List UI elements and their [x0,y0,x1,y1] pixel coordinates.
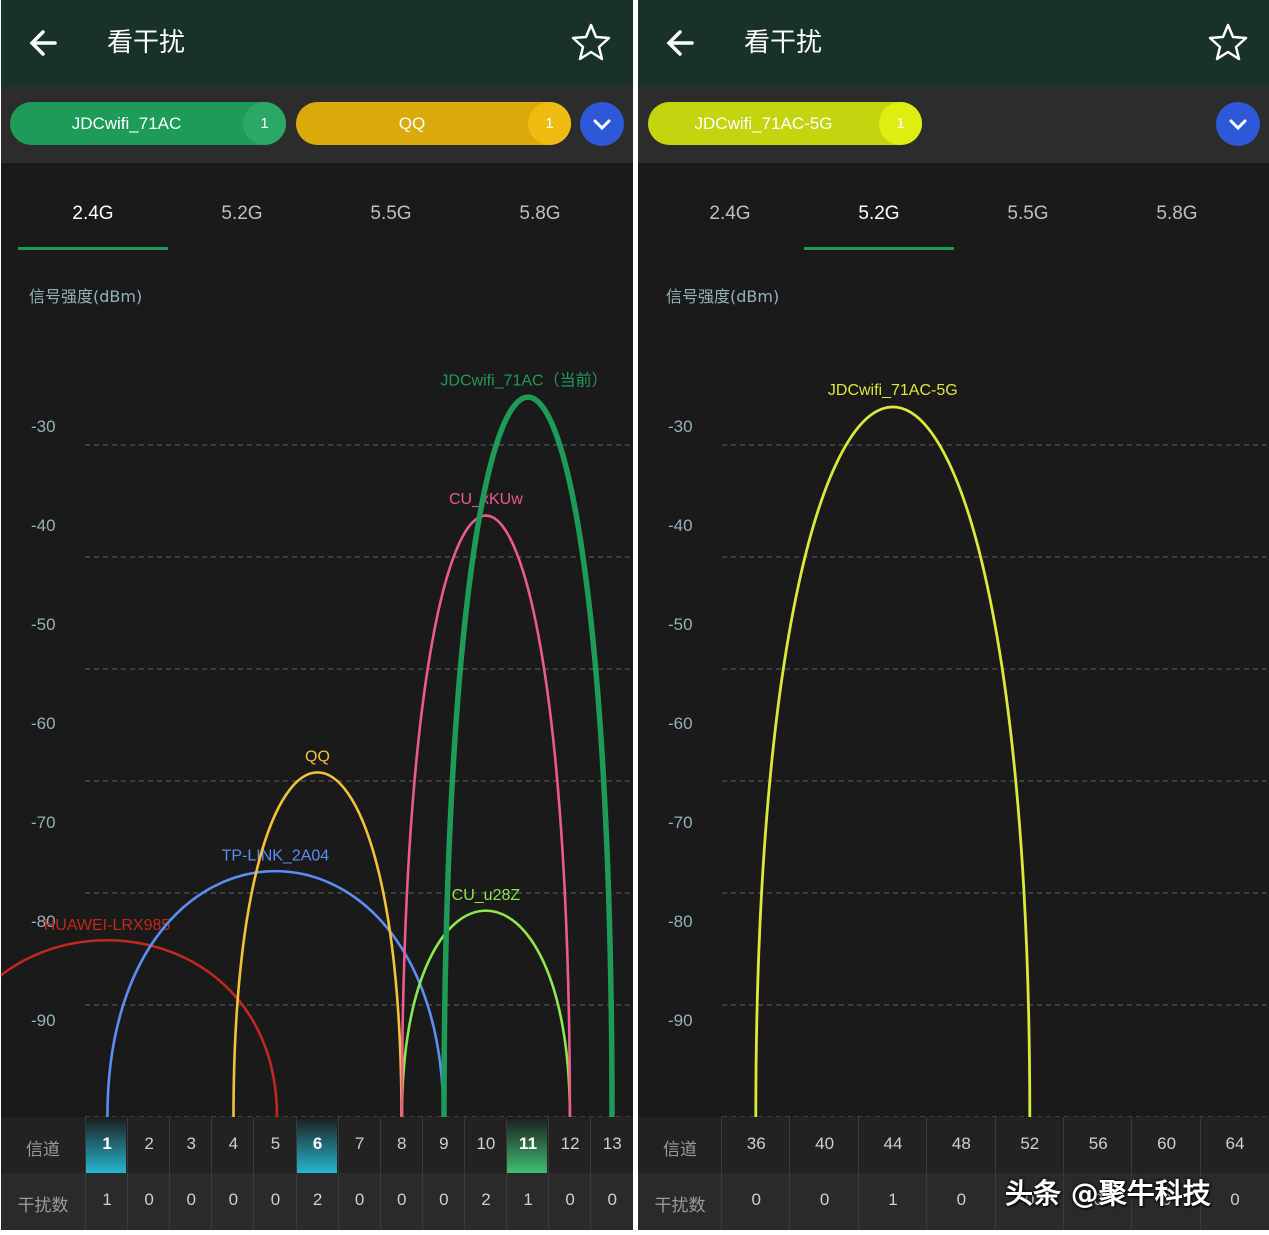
channel-cell[interactable]: 3 [170,1134,212,1154]
channel-cell[interactable]: 8 [381,1134,423,1154]
interference-cell: 0 [270,1190,281,1209]
interference-cell: 1 [523,1190,533,1209]
network-label: HUAWEI-LRX985 [44,917,171,934]
y-tick-label: -60 [31,714,56,733]
interference-cell: 0 [1230,1190,1240,1209]
channel-cell[interactable]: 44 [859,1134,927,1154]
interference-row-label: 干扰数 [17,1196,69,1216]
y-tick-label: -70 [31,813,56,832]
signal-chart: -30-40-50-60-70-80-90HUAWEI-LRX985TP-LIN… [1,371,633,1118]
watermark: 头条 @聚牛科技 [1005,1177,1211,1210]
channel-cell[interactable]: 60 [1132,1134,1200,1154]
column-divider [337,1117,339,1230]
channel-row-label: 信道 [663,1140,697,1160]
channel-cell[interactable]: 12 [549,1134,591,1154]
interference-cell: 0 [144,1190,154,1209]
channel-row-label: 信道 [26,1140,60,1160]
column-divider [421,1117,423,1230]
channel-cell[interactable]: 10 [465,1134,507,1154]
y-tick-label: -40 [668,516,693,535]
network-label: TP-LINK_2A04 [222,848,330,865]
y-tick-label: -60 [668,714,693,733]
column-divider [590,1117,592,1230]
channel-cell[interactable]: 5 [254,1134,296,1154]
channel-cell[interactable]: 4 [212,1134,254,1154]
y-tick-label: -50 [668,615,693,634]
interference-cell: 1 [888,1190,898,1209]
interference-cell: 0 [354,1190,365,1209]
signal-chart: -30 -40 -50 -60 -70 -80 -90 JDCwifi_71AC-5G [668,382,1269,1118]
column-divider [253,1117,255,1230]
column-divider [295,1117,297,1230]
signal-curve [106,869,445,1118]
y-tick-label: -50 [31,615,56,634]
interference-cell: 0 [228,1190,239,1209]
channel-cell[interactable]: 7 [339,1134,381,1154]
column-divider [926,1117,928,1230]
network-label: QQ [305,749,330,766]
interference-cell: 0 [565,1190,575,1209]
y-tick-label: -40 [31,516,56,535]
channel-cell[interactable]: 52 [996,1134,1064,1154]
interference-cell: 2 [481,1190,491,1209]
y-tick-label: -80 [668,912,693,931]
channel-cell[interactable]: 36 [722,1134,790,1154]
y-tick-label: -30 [31,417,56,436]
right-screen: 看干扰 JDCwifi_71AC-5G 1 2.4G 5.2G 5.5G 5.8… [638,0,1269,1230]
column-divider [721,1117,722,1230]
channel-cell[interactable]: 11 [507,1134,549,1154]
interference-cell: 0 [751,1190,761,1209]
network-label: JDCwifi_71AC（当前） [440,371,607,389]
channel-cell[interactable]: 48 [927,1134,995,1154]
column-divider [85,1117,86,1230]
column-divider [789,1117,791,1230]
channel-cell[interactable]: 1 [86,1134,128,1154]
channel-cell[interactable]: 56 [1064,1134,1132,1154]
y-tick-label: -70 [668,813,693,832]
channel-cell[interactable]: 6 [297,1134,339,1154]
signal-curve [400,909,572,1118]
y-tick-label: -30 [668,417,693,436]
interference-cell: 0 [186,1190,196,1209]
signal-curve [400,514,572,1118]
interference-cell: 0 [397,1190,407,1209]
column-divider [379,1117,381,1230]
interference-cell: 0 [819,1190,830,1209]
network-label: JDCwifi_71AC-5G [828,382,958,399]
y-tick-label: -90 [31,1011,56,1030]
y-tick-label: -90 [668,1011,693,1030]
channel-cell[interactable]: 9 [423,1134,465,1154]
interference-cell: 0 [956,1190,967,1209]
column-divider [857,1117,859,1230]
network-label: CU_u28Z [452,887,521,904]
left-screen: 看干扰 JDCwifi_71AC 1 QQ 1 2.4G 5.2G 5.5G 5… [1,0,633,1230]
column-divider [463,1117,465,1230]
signal-curve [754,405,1032,1118]
interference-cell: 0 [439,1190,449,1209]
interference-row-label: 干扰数 [654,1196,706,1216]
signal-curve [232,771,403,1118]
channel-cell[interactable]: 2 [128,1134,170,1154]
column-divider [994,1117,996,1230]
interference-cell: 2 [312,1190,323,1209]
channel-cell[interactable]: 13 [591,1134,633,1154]
column-divider [506,1117,507,1230]
channel-cell[interactable]: 40 [790,1134,858,1154]
column-divider [127,1117,129,1230]
channel-cell[interactable]: 64 [1201,1134,1269,1154]
column-divider [211,1117,213,1230]
column-divider [169,1117,171,1230]
column-divider [548,1117,550,1230]
interference-cell: 0 [607,1190,617,1209]
interference-cell: 1 [102,1190,112,1209]
